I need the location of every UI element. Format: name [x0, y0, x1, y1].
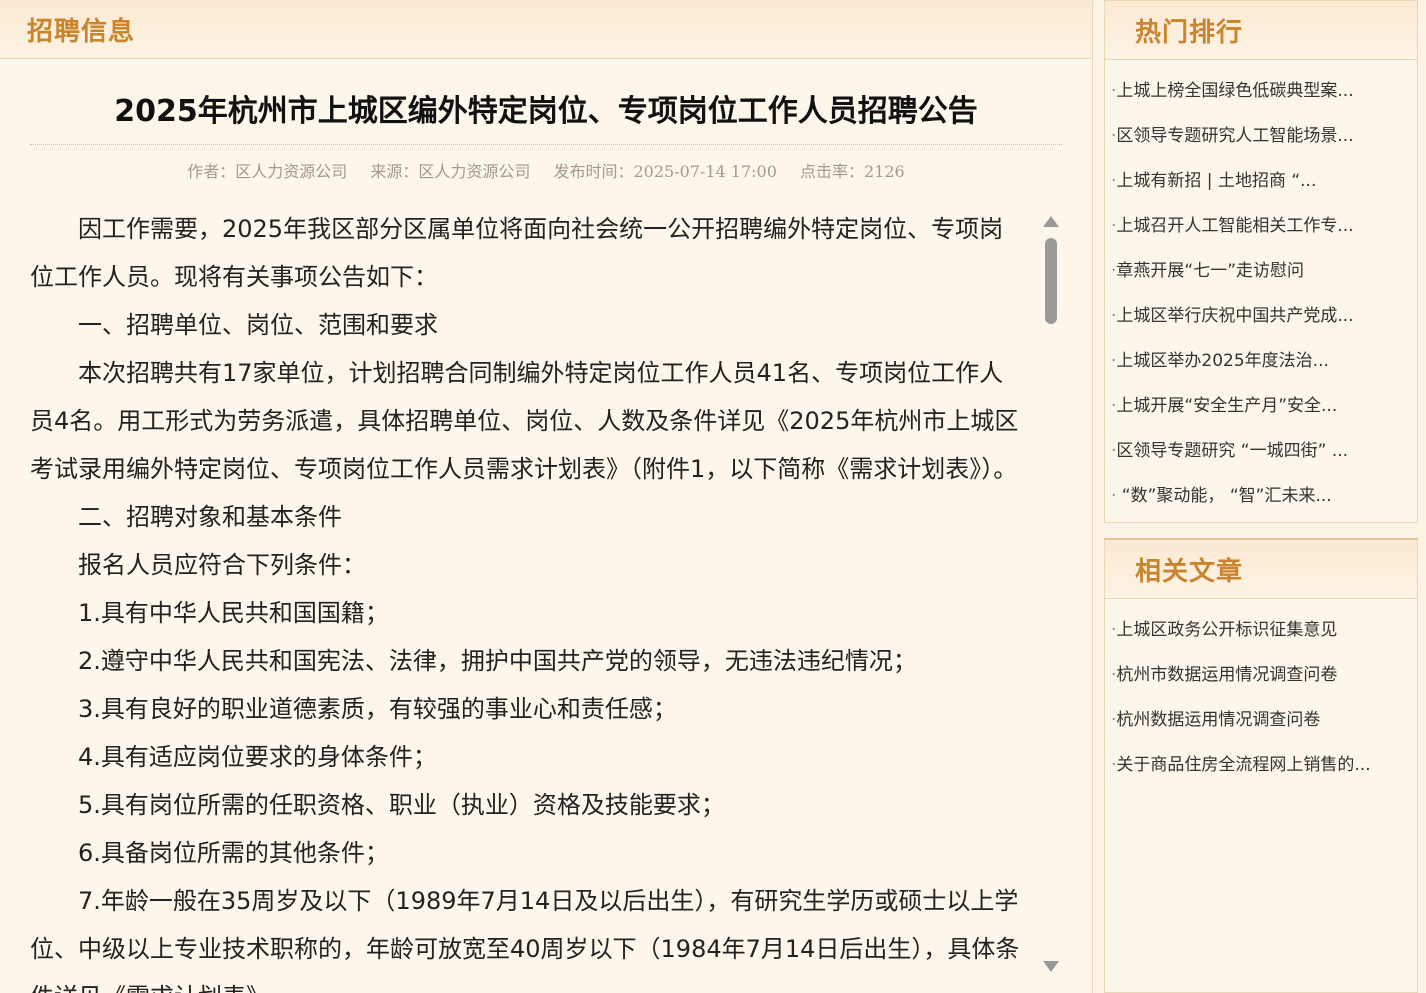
article-paragraph: 报名人员应符合下列条件：: [78, 551, 366, 579]
hot-item-link[interactable]: 区领导专题研究人工智能场景...: [1116, 126, 1353, 146]
hot-item[interactable]: ·上城有新招 | 土地招商 “...: [1111, 164, 1417, 209]
meta-published: 发布时间：2025-07-14 17:00: [553, 162, 777, 181]
hot-item[interactable]: ·上城区举行庆祝中国共产党成...: [1111, 299, 1417, 344]
hot-item[interactable]: ·区领导专题研究 “一城四街” ...: [1111, 434, 1417, 479]
related-articles-title: 相关文章: [1135, 556, 1244, 587]
hot-item[interactable]: ·上城区举办2025年度法治...: [1111, 344, 1417, 389]
hot-item-link[interactable]: 上城区举办2025年度法治...: [1116, 351, 1328, 371]
related-item[interactable]: ·关于商品住房全流程网上销售的...: [1111, 748, 1417, 793]
hot-ranking-panel: 热门排行 ·上城上榜全国绿色低碳典型案... ·区领导专题研究人工智能场景...…: [1104, 0, 1418, 523]
article-scrollbar[interactable]: [1040, 210, 1062, 980]
scroll-down-arrow-icon[interactable]: [1043, 961, 1059, 972]
related-articles-list: ·上城区政务公开标识征集意见 ·杭州市数据运用情况调查问卷 ·杭州数据运用情况调…: [1105, 599, 1417, 793]
related-item-link[interactable]: 杭州数据运用情况调查问卷: [1116, 710, 1320, 730]
related-articles-header: 相关文章: [1105, 540, 1417, 599]
article-paragraph: 二、招聘对象和基本条件: [78, 503, 342, 531]
related-articles-panel: 相关文章 ·上城区政务公开标识征集意见 ·杭州市数据运用情况调查问卷 ·杭州数据…: [1104, 538, 1418, 993]
hot-item[interactable]: ·上城开展“安全生产月”安全...: [1111, 389, 1417, 434]
meta-source: 来源：区人力资源公司: [370, 162, 531, 181]
hot-item[interactable]: ·章燕开展“七一”走访慰问: [1111, 254, 1417, 299]
article-meta: 作者：区人力资源公司 来源：区人力资源公司 发布时间：2025-07-14 17…: [30, 158, 1062, 182]
hot-item-link[interactable]: 上城上榜全国绿色低碳典型案...: [1116, 81, 1353, 101]
meta-clicks: 点击率：2126: [800, 162, 905, 181]
title-divider: [30, 144, 1062, 145]
related-item[interactable]: ·杭州数据运用情况调查问卷: [1111, 703, 1417, 748]
hot-item[interactable]: ·上城召开人工智能相关工作专...: [1111, 209, 1417, 254]
scroll-thumb[interactable]: [1045, 238, 1057, 324]
hot-ranking-list: ·上城上榜全国绿色低碳典型案... ·区领导专题研究人工智能场景... ·上城有…: [1105, 60, 1417, 524]
article-paragraph: 因工作需要，2025年我区部分区属单位将面向社会统一公开招聘编外特定岗位、专项岗…: [30, 215, 1004, 291]
hot-item[interactable]: · “数”聚动能， “智”汇未来...: [1111, 479, 1417, 524]
hot-item-link[interactable]: 上城开展“安全生产月”安全...: [1116, 396, 1337, 416]
article-body: 因工作需要，2025年我区部分区属单位将面向社会统一公开招聘编外特定岗位、专项岗…: [30, 205, 1026, 993]
article-paragraph: 1.具有中华人民共和国国籍；: [78, 599, 389, 627]
hot-item-link[interactable]: “数”聚动能， “智”汇未来...: [1116, 486, 1332, 506]
related-item[interactable]: ·上城区政务公开标识征集意见: [1111, 613, 1417, 658]
article-paragraph: 本次招聘共有17家单位，计划招聘合同制编外特定岗位工作人员41名、专项岗位工作人…: [30, 359, 1019, 483]
article-paragraph: 5.具有岗位所需的任职资格、职业（执业）资格及技能要求；: [78, 791, 725, 819]
related-item[interactable]: ·杭州市数据运用情况调查问卷: [1111, 658, 1417, 703]
hot-item-link[interactable]: 上城召开人工智能相关工作专...: [1116, 216, 1353, 236]
scroll-up-arrow-icon[interactable]: [1043, 216, 1059, 227]
hot-ranking-title: 热门排行: [1135, 17, 1244, 48]
related-item-link[interactable]: 上城区政务公开标识征集意见: [1116, 620, 1337, 640]
related-item-link[interactable]: 关于商品住房全流程网上销售的...: [1116, 755, 1370, 775]
related-item-link[interactable]: 杭州市数据运用情况调查问卷: [1116, 665, 1337, 685]
main-content-area: 招聘信息 2025年杭州市上城区编外特定岗位、专项岗位工作人员招聘公告 作者：区…: [0, 0, 1093, 993]
article-paragraph: 6.具备岗位所需的其他条件；: [78, 839, 389, 867]
article-paragraph: 2.遵守中华人民共和国宪法、法律，拥护中国共产党的领导，无违法违纪情况；: [78, 647, 917, 675]
article-paragraph: 7.年龄一般在35周岁及以下（1989年7月14日及以后出生），有研究生学历或硕…: [30, 887, 1020, 993]
article-paragraph: 3.具有良好的职业道德素质，有较强的事业心和责任感；: [78, 695, 677, 723]
article-paragraph: 一、招聘单位、岗位、范围和要求: [78, 311, 438, 339]
hot-item-link[interactable]: 上城有新招 | 土地招商 “...: [1116, 171, 1316, 191]
meta-author: 作者：区人力资源公司: [187, 162, 348, 181]
hot-item-link[interactable]: 上城区举行庆祝中国共产党成...: [1116, 306, 1353, 326]
hot-item[interactable]: ·区领导专题研究人工智能场景...: [1111, 119, 1417, 164]
hot-item[interactable]: ·上城上榜全国绿色低碳典型案...: [1111, 74, 1417, 119]
article-paragraph: 4.具有适应岗位要求的身体条件；: [78, 743, 437, 771]
main-section-header: 招聘信息: [0, 0, 1092, 59]
section-title: 招聘信息: [27, 16, 136, 47]
hot-item-link[interactable]: 区领导专题研究 “一城四街” ...: [1116, 441, 1348, 461]
article-title: 2025年杭州市上城区编外特定岗位、专项岗位工作人员招聘公告: [114, 94, 978, 129]
hot-ranking-header: 热门排行: [1105, 1, 1417, 60]
hot-item-link[interactable]: 章燕开展“七一”走访慰问: [1116, 261, 1304, 281]
